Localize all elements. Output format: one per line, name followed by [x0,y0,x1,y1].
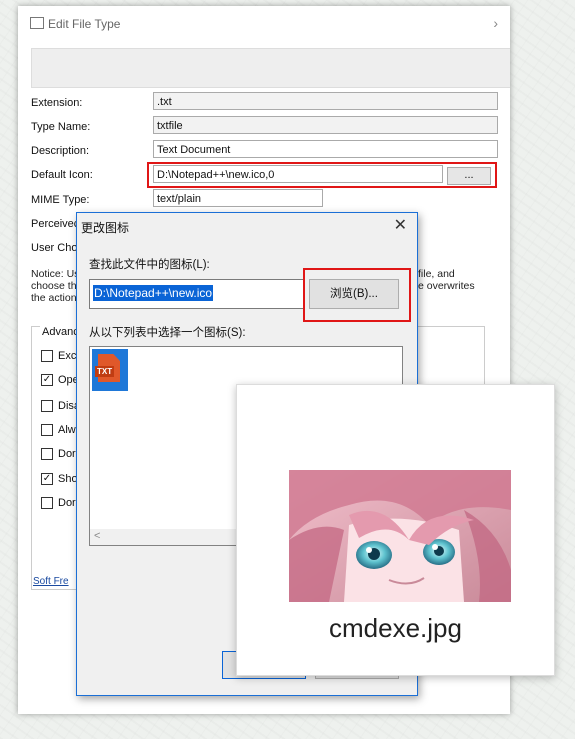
type-name-label: Type Name: [31,121,91,133]
notice-text: Notice: Us choose th the action [31,268,79,304]
scroll-left-icon[interactable]: < [94,530,100,542]
checkbox-label: Dor [58,448,76,460]
notice-line: file, and [418,268,455,280]
mime-type-label: MIME Type: [31,194,90,206]
default-icon-label: Default Icon: [31,169,93,181]
extension-label: Extension: [31,97,83,109]
checkbox[interactable] [41,400,53,412]
icon-list-item[interactable]: TXT [92,349,128,391]
find-icon-label: 查找此文件中的图标(L): [89,259,210,271]
window-icon [30,17,44,29]
icon-list-label: 从以下列表中选择一个图标(S): [89,327,246,339]
icon-path-value: D:\Notepad++\new.ico [93,285,214,301]
image-caption: cmdexe.jpg [329,613,462,643]
txt-icon-tag: TXT [95,366,115,377]
icon-path-input[interactable]: D:\Notepad++\new.ico [89,279,304,309]
dialog-title: 更改图标 [81,221,130,235]
notice-line: the action [31,292,77,304]
highlight-box [303,268,411,322]
toolbar [31,48,510,88]
notice-text-right: file, and e overwrites [418,268,475,292]
window-title-text: Edit File Type [48,17,121,31]
image-preview-card: cmdexe.jpg [236,384,555,676]
anime-girl-image [289,470,511,602]
checkbox[interactable] [41,350,53,362]
footer-link[interactable]: Soft Fre [33,576,69,587]
notice-line: Notice: Us [31,268,80,280]
description-label: Description: [31,145,90,157]
window-title: Edit File Type [30,17,120,31]
user-choice-label: User Choi [31,242,80,254]
chevron-right-icon[interactable]: › [493,15,498,31]
advanced-group-label: Advanc [40,326,81,338]
extension-field[interactable]: .txt [153,92,498,110]
checkbox-label: Exc [58,350,77,362]
checkbox-label: Alw [58,424,76,436]
checkbox[interactable] [41,497,53,509]
checkbox-label: Sho [58,473,78,485]
checkbox[interactable] [41,424,53,436]
anime-girl-thumbnail [289,470,511,602]
checkbox[interactable]: ✓ [41,374,53,386]
perceived-label: Perceivec [31,218,80,230]
mime-type-field[interactable]: text/plain [153,189,323,207]
description-field[interactable]: Text Document [153,140,498,158]
checkbox-label: Dor [58,497,76,509]
notice-line: choose th [31,280,77,292]
checkbox[interactable] [41,448,53,460]
notice-line: e overwrites [418,280,475,292]
checkbox[interactable]: ✓ [41,473,53,485]
highlight-box [147,162,497,188]
type-name-field[interactable]: txtfile [153,116,498,134]
close-icon[interactable]: ✕ [394,215,407,235]
